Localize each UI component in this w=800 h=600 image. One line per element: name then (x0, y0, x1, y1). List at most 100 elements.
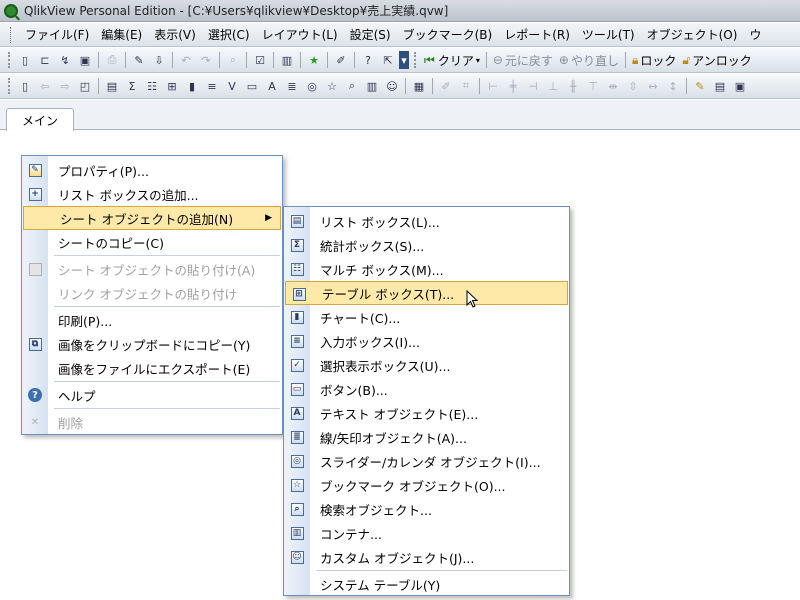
menu-item-paste-sheet-object[interactable]: シート オブジェクトの貼り付け(A) (22, 257, 282, 281)
menu-reports[interactable]: レポート(R) (498, 26, 576, 43)
reload-data-icon[interactable]: ⇩ (150, 51, 168, 69)
menu-item-print[interactable]: 印刷(P)... (22, 308, 282, 332)
listbox-tool-icon[interactable]: ▤ (103, 77, 121, 95)
menu-item-delete[interactable]: ✕ 削除 (22, 410, 282, 434)
menu-layout[interactable]: レイアウト(L) (256, 26, 344, 43)
align-center-icon[interactable]: ╪ (504, 77, 522, 95)
menu-bookmarks[interactable]: ブックマーク(B) (397, 26, 499, 43)
edit-icon[interactable]: ✐ (332, 51, 350, 69)
open-folder-icon[interactable]: ⊏ (36, 51, 54, 69)
new-document-icon[interactable]: ▯ (16, 51, 34, 69)
align-right-icon[interactable]: ⊣ (524, 77, 542, 95)
menu-item-copy-image-clipboard[interactable]: ⧉ 画像をクリップボードにコピー(Y) (22, 332, 282, 356)
submenu-item-current-selections-box[interactable]: ✓ 選択表示ボックス(U)... (284, 353, 569, 377)
format-painter-icon[interactable]: ✐ (437, 77, 455, 95)
menu-view[interactable]: 表示(V) (148, 26, 202, 43)
properties-tool-icon[interactable]: ✎ (691, 77, 709, 95)
submenu-item-button[interactable]: ▭ ボタン(B)... (284, 377, 569, 401)
menu-item-export-image-file[interactable]: 画像をファイルにエクスポート(E) (22, 356, 282, 380)
submenu-item-multi-box[interactable]: ☷ マルチ ボックス(M)... (284, 257, 569, 281)
statistics-tool-icon[interactable]: Σ (123, 77, 141, 95)
multibox-tool-icon[interactable]: ☷ (143, 77, 161, 95)
menu-settings[interactable]: 設定(S) (344, 26, 397, 43)
toolbar-overflow-icon[interactable]: ▾ (399, 51, 409, 69)
search-tool-icon[interactable]: ⌕ (343, 77, 361, 95)
menu-object[interactable]: オブジェクト(O) (641, 26, 744, 43)
redo-layout-icon[interactable]: ↷ (197, 51, 215, 69)
edit-script-icon[interactable]: ✎ (130, 51, 148, 69)
submenu-item-slider-calendar-object[interactable]: ◎ スライダー/カレンダ オブジェクト(I)... (284, 449, 569, 473)
slider-tool-icon[interactable]: ◎ (303, 77, 321, 95)
align-middle-icon[interactable]: ╫ (564, 77, 582, 95)
document-properties-icon[interactable]: ▤ (711, 77, 729, 95)
new-sheet-icon[interactable]: ▯ (16, 77, 34, 95)
context-help-icon[interactable]: ⇱ (379, 51, 397, 69)
menu-selections[interactable]: 選択(C) (202, 26, 256, 43)
lock-button[interactable]: 🔒︎ ロック (632, 52, 676, 69)
container-tool-icon[interactable]: ▥ (363, 77, 381, 95)
menu-file[interactable]: ファイル(F) (19, 26, 95, 43)
menu-tools[interactable]: ツール(T) (576, 26, 641, 43)
chart-tool-icon[interactable]: ▮ (183, 77, 201, 95)
align-left-icon[interactable]: ⊢ (484, 77, 502, 95)
menu-item-paste-link-object[interactable]: リンク オブジェクトの貼り付け (22, 281, 282, 305)
same-width-icon[interactable]: ↔ (644, 77, 662, 95)
custom-tool-icon[interactable]: ☺ (383, 77, 401, 95)
help-icon[interactable]: ? (359, 51, 377, 69)
tablebox-tool-icon[interactable]: ⊞ (163, 77, 181, 95)
submenu-item-search-object[interactable]: ⌕ 検索オブジェクト... (284, 497, 569, 521)
inputbox-tool-icon[interactable]: ≡ (203, 77, 221, 95)
save-icon[interactable]: ▣ (76, 51, 94, 69)
submenu-item-input-box[interactable]: ≡ 入力ボックス(I)... (284, 329, 569, 353)
tab-main[interactable]: メイン (6, 108, 74, 131)
menu-item-copy-sheet[interactable]: シートのコピー(C) (22, 230, 282, 254)
button-tool-icon[interactable]: ▭ (243, 77, 261, 95)
space-horizontal-icon[interactable]: ⇹ (604, 77, 622, 95)
space-vertical-icon[interactable]: ⇳ (624, 77, 642, 95)
chart-wizard-tool-icon[interactable]: ▦ (410, 77, 428, 95)
line-tool-icon[interactable]: ≣ (283, 77, 301, 95)
search-icon[interactable]: ⌕ (224, 51, 242, 69)
menu-item-add-listbox[interactable]: + リスト ボックスの追加... (22, 182, 282, 206)
menu-item-label: プロパティ(P)... (58, 163, 149, 179)
menu-window[interactable]: ウ (743, 26, 767, 43)
promote-sheet-icon[interactable]: ⇦ (36, 77, 54, 95)
text-tool-icon[interactable]: A (263, 77, 281, 95)
submenu-item-line-arrow-object[interactable]: ≣ 線/矢印オブジェクト(A)... (284, 425, 569, 449)
unlock-button[interactable]: 🔓︎ アンロック (682, 52, 751, 69)
menu-item-add-sheet-object[interactable]: シート オブジェクトの追加(N) ▶ (23, 206, 281, 230)
submenu-item-statistics-box[interactable]: Σ 統計ボックス(S)... (284, 233, 569, 257)
menu-item-label: リンク オブジェクトの貼り付け (58, 286, 237, 302)
menu-edit[interactable]: 編集(E) (95, 26, 148, 43)
chart-wizard-icon[interactable]: ▥ (278, 51, 296, 69)
align-grid-icon[interactable]: ⌗ (457, 77, 475, 95)
menu-item-help[interactable]: ? ヘルプ (22, 383, 282, 407)
submenu-item-list-box[interactable]: ▤ リスト ボックス(L)... (284, 209, 569, 233)
list-box-icon: ▤ (289, 213, 305, 229)
bookmark-tool-icon[interactable]: ☆ (323, 77, 341, 95)
submenu-item-text-object[interactable]: A テキスト オブジェクト(E)... (284, 401, 569, 425)
bookmark-star-icon[interactable]: ★ (305, 51, 323, 69)
currentselections-tool-icon[interactable]: V (223, 77, 241, 95)
demote-sheet-icon[interactable]: ⇨ (56, 77, 74, 95)
align-top-icon[interactable]: ⊤ (584, 77, 602, 95)
submenu-item-system-table[interactable]: システム テーブル(Y) (284, 572, 569, 596)
submenu-item-custom-object[interactable]: ☺ カスタム オブジェクト(J)... (284, 545, 569, 569)
menu-item-properties[interactable]: ✎ プロパティ(P)... (22, 158, 282, 182)
undo-layout-icon[interactable]: ↶ (177, 51, 195, 69)
submenu-item-table-box[interactable]: ⊞ テーブル ボックス(T)... (285, 281, 568, 305)
reload-icon[interactable]: ↯ (56, 51, 74, 69)
forward-button[interactable]: ⊕ やり直し (559, 52, 619, 69)
user-preferences-icon[interactable]: ▣ (731, 77, 749, 95)
print-icon[interactable]: ⎙ (103, 51, 121, 69)
sheet-properties-icon[interactable]: ◰ (76, 77, 94, 95)
submenu-item-container[interactable]: ▥ コンテナ... (284, 521, 569, 545)
back-button[interactable]: ⊖ 元に戻す (493, 52, 553, 69)
align-bottom-icon[interactable]: ⊥ (544, 77, 562, 95)
toolbar-separator (354, 52, 355, 68)
checkbox-icon[interactable]: ☑ (251, 51, 269, 69)
clear-button[interactable]: ⏮ クリア ▾ (424, 52, 480, 69)
submenu-item-bookmark-object[interactable]: ☆ ブックマーク オブジェクト(O)... (284, 473, 569, 497)
same-height-icon[interactable]: ↕ (664, 77, 682, 95)
submenu-item-chart[interactable]: ▮ チャート(C)... (284, 305, 569, 329)
